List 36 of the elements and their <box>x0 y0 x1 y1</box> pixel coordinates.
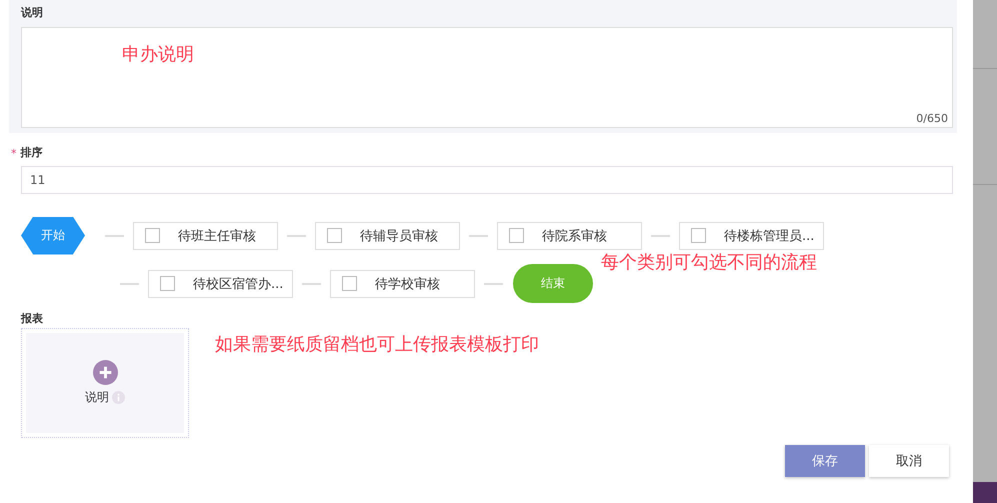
step-label: 待院系审核 <box>542 228 607 244</box>
step-option[interactable]: 待校区宿管办... <box>148 270 293 298</box>
annotation-text: 每个类别可勾选不同的流程 <box>601 252 817 274</box>
character-counter: 0/650 <box>916 112 948 125</box>
description-field[interactable]: 0/650 申办说明 <box>21 27 953 128</box>
step-option[interactable]: 待楼栋管理员... <box>679 222 824 250</box>
checkbox[interactable] <box>160 276 175 291</box>
field-label: 排序 <box>20 146 42 160</box>
step-label: 待辅导员审核 <box>360 228 438 244</box>
annotation-text: 如果需要纸质留档也可上传报表模板打印 <box>215 334 539 356</box>
field-label: 报表 <box>21 312 44 326</box>
end-node: 结束 <box>513 264 593 303</box>
checkbox[interactable] <box>691 228 706 243</box>
add-icon[interactable] <box>92 360 118 385</box>
checkbox[interactable] <box>145 228 160 243</box>
step-option[interactable]: 待辅导员审核 <box>315 222 460 250</box>
upload-area[interactable]: 说明 <box>21 328 189 438</box>
upload-label: 说明 <box>85 389 109 406</box>
step-option[interactable]: 待班主任审核 <box>133 222 278 250</box>
step-label: 待楼栋管理员... <box>724 228 814 244</box>
step-option[interactable]: 待学校审核 <box>330 270 475 298</box>
step-label: 待校区宿管办... <box>193 276 284 292</box>
info-icon <box>112 391 125 404</box>
footer-bar <box>973 482 997 503</box>
checkbox[interactable] <box>342 276 357 291</box>
step-label: 待班主任审核 <box>178 228 256 244</box>
checkbox[interactable] <box>327 228 342 243</box>
cancel-button[interactable]: 取消 <box>869 445 949 477</box>
required-mark: * <box>11 146 16 160</box>
annotation-text: 申办说明 <box>122 44 194 66</box>
step-label: 待学校审核 <box>375 276 440 292</box>
field-label: 说明 <box>21 6 44 20</box>
checkbox[interactable] <box>509 228 524 243</box>
step-option[interactable]: 待院系审核 <box>497 222 642 250</box>
start-node: 开始 <box>21 216 85 254</box>
order-field[interactable]: 11 <box>21 166 953 194</box>
